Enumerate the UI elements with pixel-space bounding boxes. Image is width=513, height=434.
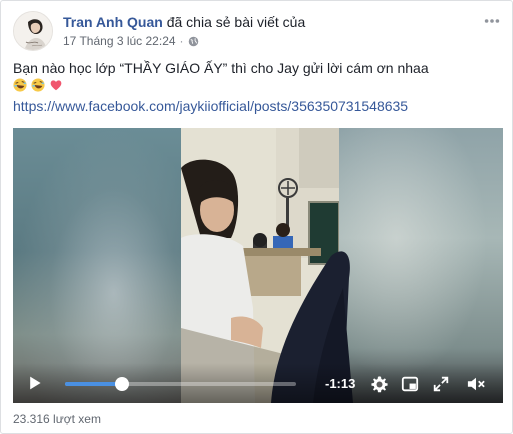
seek-progress xyxy=(65,382,122,386)
more-options-icon[interactable] xyxy=(482,11,502,31)
fullscreen-icon[interactable] xyxy=(431,374,451,394)
volume-muted-icon[interactable] xyxy=(465,374,487,394)
rolling-laughing-emoji-icon xyxy=(31,78,45,92)
post-meta: 17 Tháng 3 lúc 22:24 · xyxy=(63,34,199,48)
avatar-image xyxy=(14,12,52,50)
time-remaining: -1:13 xyxy=(325,376,356,391)
author-name-link[interactable]: Tran Anh Quan xyxy=(63,14,163,30)
post-header: Tran Anh Quan đã chia sẻ bài viết của xyxy=(63,13,305,31)
foreground-person-shape xyxy=(271,251,353,403)
author-avatar[interactable] xyxy=(13,11,53,51)
shared-post-link[interactable]: https://www.facebook.com/jaykiiofficial/… xyxy=(13,97,503,116)
picture-in-picture-icon[interactable] xyxy=(400,374,420,394)
play-icon[interactable] xyxy=(25,373,45,393)
post-card: Tran Anh Quan đã chia sẻ bài viết của 17… xyxy=(0,0,513,434)
seek-handle[interactable] xyxy=(114,377,129,391)
seek-bar[interactable] xyxy=(65,377,296,391)
globe-icon[interactable] xyxy=(188,36,199,47)
gear-icon[interactable] xyxy=(369,374,389,394)
view-count: 23.316 lượt xem xyxy=(13,412,101,426)
post-timestamp[interactable]: 17 Tháng 3 lúc 22:24 xyxy=(63,34,176,48)
post-text-line: Bạn nào học lớp “THẦY GIÁO ẤY” thì cho J… xyxy=(13,60,429,76)
meta-separator: · xyxy=(179,34,184,48)
emoji-line xyxy=(13,78,503,97)
share-action-text: đã chia sẻ bài viết của xyxy=(166,14,306,30)
video-controls: -1:13 xyxy=(13,363,503,403)
post-text: Bạn nào học lớp “THẦY GIÁO ẤY” thì cho J… xyxy=(13,59,503,116)
heart-icon xyxy=(50,80,62,91)
video-player[interactable]: -1:13 xyxy=(13,128,503,403)
rolling-laughing-emoji-icon xyxy=(13,78,27,92)
